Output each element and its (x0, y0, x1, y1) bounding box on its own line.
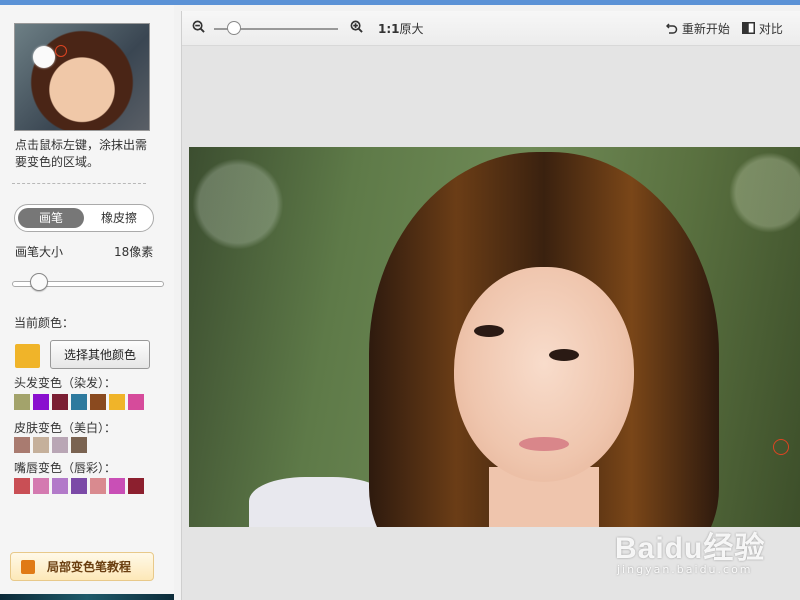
editor-canvas-area: 1:1原大 重新开始 对比 (181, 11, 800, 600)
zoom-out-icon[interactable] (192, 20, 205, 33)
actual-size-ratio: 1:1 (378, 22, 400, 36)
skin-color-swatch[interactable] (33, 437, 49, 453)
hair-color-swatch[interactable] (90, 394, 106, 410)
hair-color-swatch[interactable] (109, 394, 125, 410)
watermark-url: jingyan.baidu.com (617, 563, 753, 576)
tutorial-button-label: 局部变色笔教程 (47, 560, 132, 574)
current-color-swatch (15, 344, 40, 368)
hair-color-swatch[interactable] (128, 394, 144, 410)
hair-flower-decoration (33, 46, 55, 68)
undo-icon (665, 23, 678, 34)
zoom-in-icon[interactable] (350, 20, 363, 33)
actual-size-label: 原大 (399, 22, 424, 36)
divider (12, 183, 146, 184)
lip-color-swatch[interactable] (71, 478, 87, 494)
watermark-brand: Baidu经验 (615, 532, 766, 565)
brush-cursor (773, 439, 789, 455)
zoom-slider-handle[interactable] (227, 21, 241, 35)
skin-color-label: 皮肤变色（美白）： (14, 421, 117, 435)
photo-canvas[interactable] (189, 147, 800, 527)
compare-button[interactable]: 对比 (742, 20, 783, 37)
skin-color-palette (14, 437, 87, 453)
book-icon (21, 560, 35, 574)
instruction-text: 点击鼠标左键，涂抹出需要变色的区域。 (15, 138, 148, 169)
sidebar-bottom-banner (0, 594, 174, 600)
tutorial-button[interactable]: 局部变色笔教程 (10, 552, 154, 581)
photo-left-eye (474, 325, 504, 337)
brush-size-value: 18像素 (114, 245, 154, 259)
compare-label: 对比 (758, 22, 783, 36)
hair-color-swatch[interactable] (52, 394, 68, 410)
viewport-marker[interactable] (55, 45, 67, 57)
lip-color-swatch[interactable] (33, 478, 49, 494)
lip-color-swatch[interactable] (109, 478, 125, 494)
photo-lips (519, 437, 569, 451)
actual-size-button[interactable]: 1:1原大 (378, 20, 424, 37)
compare-icon (742, 22, 755, 34)
tool-sidebar: 点击鼠标左键，涂抹出需要变色的区域。 画笔 橡皮擦 画笔大小 18像素 当前颜色… (0, 5, 174, 600)
lip-color-palette (14, 478, 144, 494)
brush-mode-button[interactable]: 画笔 (18, 208, 84, 228)
baidu-jingyan-watermark: Baidu经验 jingyan.baidu.com (615, 515, 795, 585)
lip-color-swatch[interactable] (52, 478, 68, 494)
hair-color-swatch[interactable] (33, 394, 49, 410)
skin-color-swatch[interactable] (71, 437, 87, 453)
preview-thumbnail[interactable] (14, 23, 150, 131)
hair-color-swatch[interactable] (14, 394, 30, 410)
lip-color-label: 嘴唇变色（唇彩）： (14, 461, 117, 475)
restart-button[interactable]: 重新开始 (665, 20, 730, 37)
skin-color-swatch[interactable] (52, 437, 68, 453)
skin-color-swatch[interactable] (14, 437, 30, 453)
brush-mode-toggle: 画笔 橡皮擦 (14, 204, 154, 232)
eraser-mode-button[interactable]: 橡皮擦 (87, 208, 151, 228)
lip-color-swatch[interactable] (14, 478, 30, 494)
brush-size-label: 画笔大小 (15, 245, 64, 259)
lip-color-swatch[interactable] (128, 478, 144, 494)
hair-color-swatch[interactable] (71, 394, 87, 410)
lip-color-swatch[interactable] (90, 478, 106, 494)
current-color-label: 当前颜色： (14, 316, 75, 330)
hair-color-palette (14, 394, 144, 410)
canvas-toolbar: 1:1原大 重新开始 对比 (182, 11, 800, 46)
photo-right-eye (549, 349, 579, 361)
pick-other-color-button[interactable]: 选择其他颜色 (50, 340, 150, 369)
hair-color-label: 头发变色（染发）： (14, 376, 117, 390)
restart-label: 重新开始 (681, 22, 730, 36)
brush-size-slider-handle[interactable] (30, 273, 48, 291)
photo-shirt (249, 477, 389, 527)
